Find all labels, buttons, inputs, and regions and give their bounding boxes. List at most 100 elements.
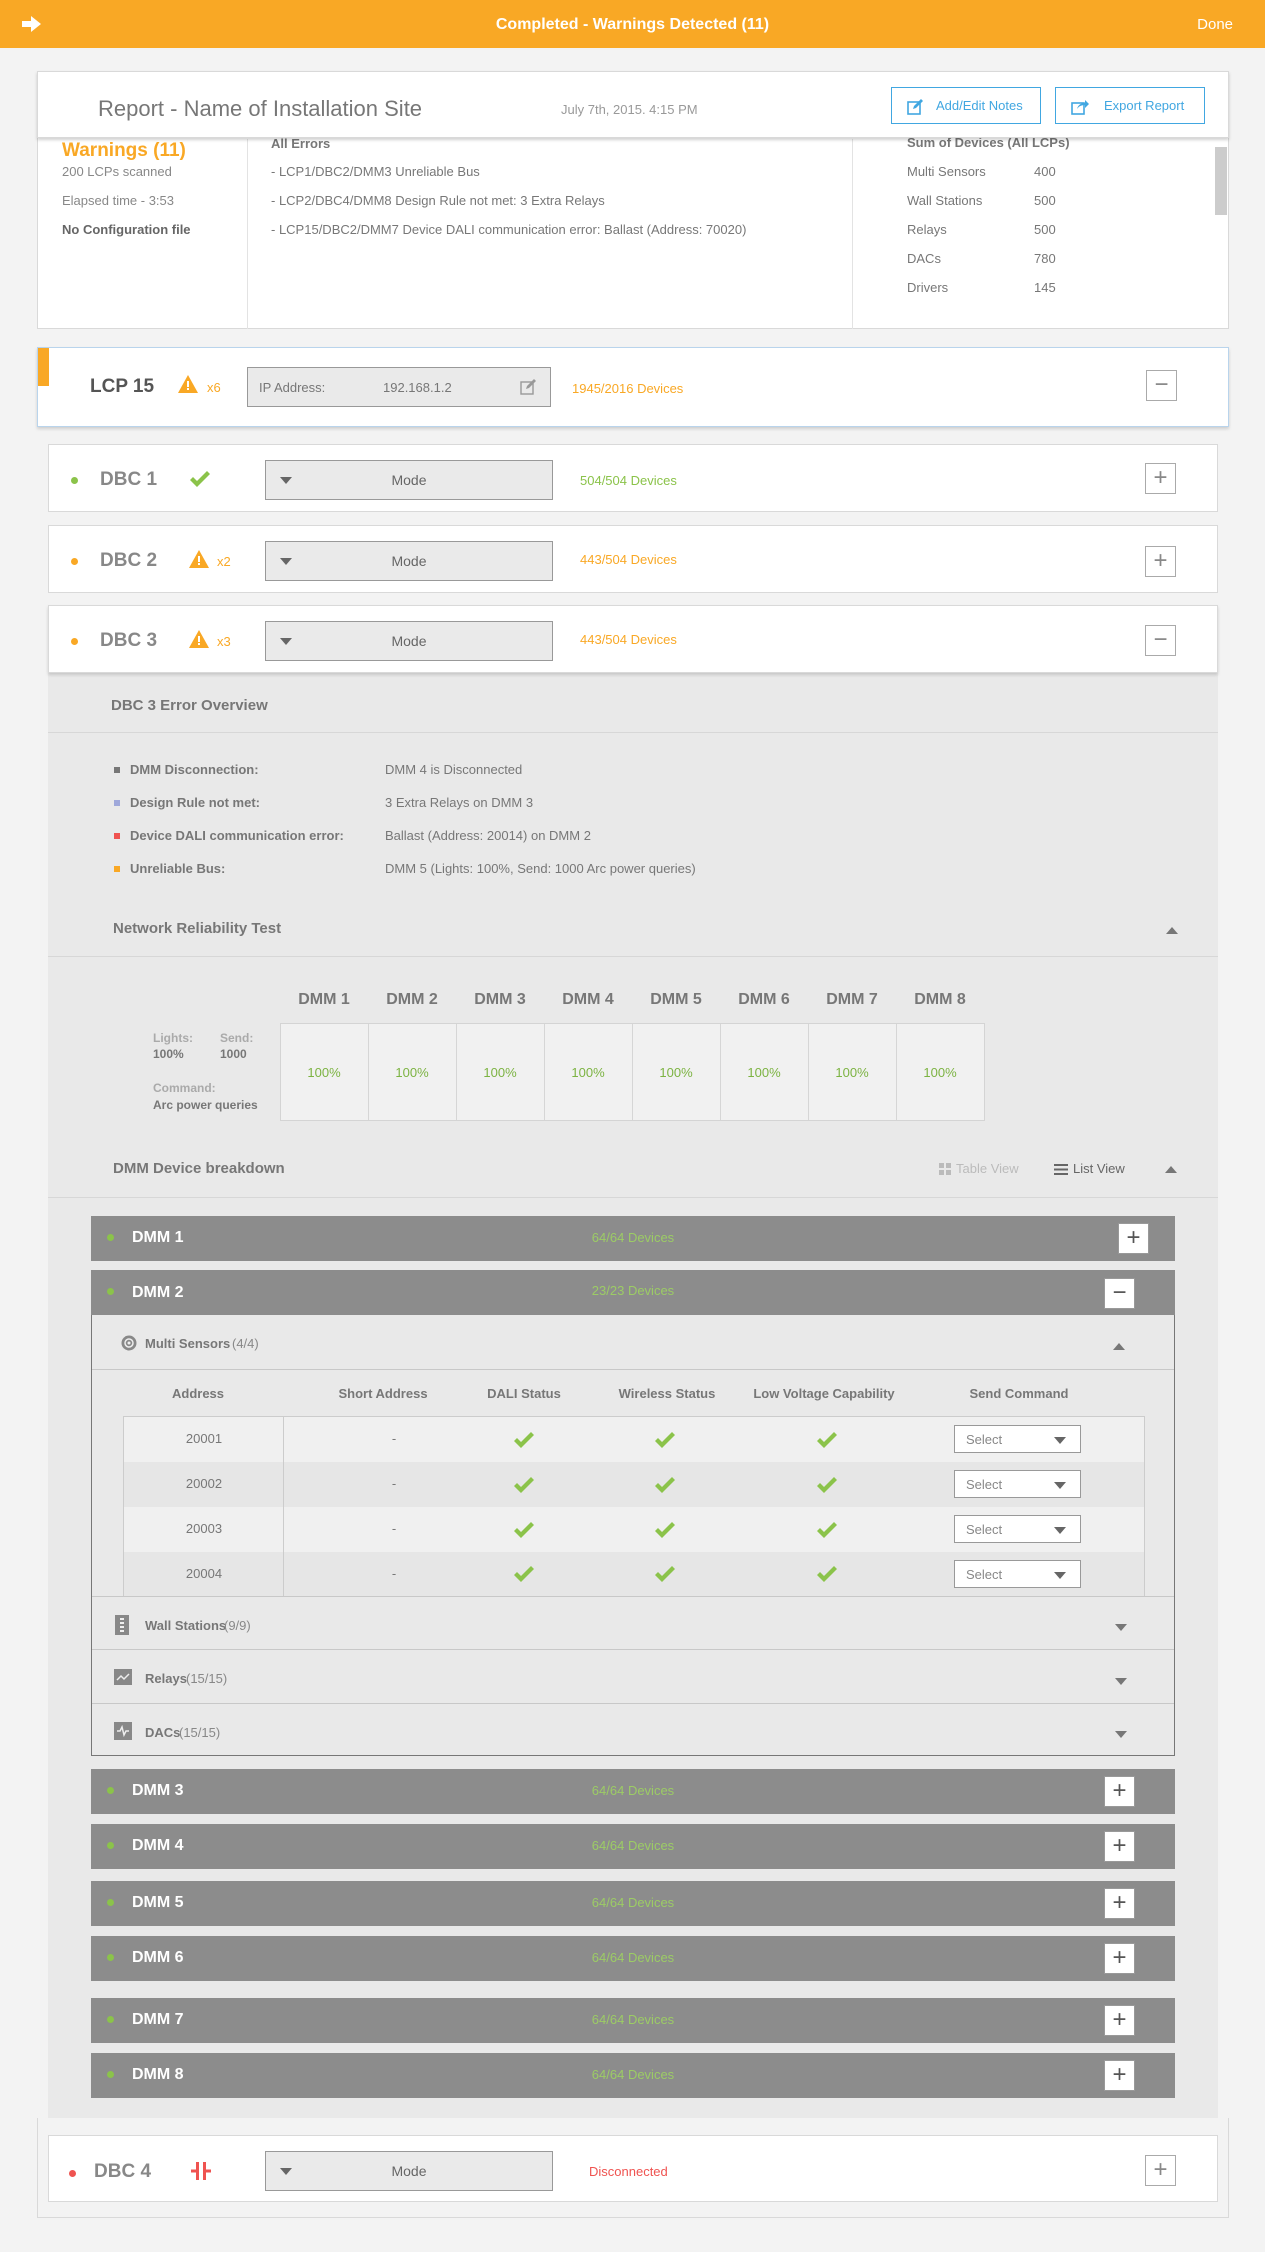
edit-icon[interactable] (520, 379, 536, 395)
warnings-count: Warnings (11) (62, 140, 186, 161)
warning-icon (189, 550, 209, 568)
done-button[interactable]: Done (1197, 0, 1233, 50)
chevron-up-icon[interactable] (1165, 1166, 1177, 1173)
dmm-devices: 64/64 Devices (591, 1783, 675, 1798)
error-item[interactable]: - LCP2/DBC4/DMM8 Design Rule not met: 3 … (271, 193, 605, 208)
sensor-icon (121, 1335, 137, 1351)
add-notes-button[interactable]: Add/Edit Notes (891, 87, 1041, 124)
send-command-select[interactable]: Select (954, 1470, 1081, 1498)
sum-label: DACs (907, 251, 941, 266)
relays-group[interactable]: Relays (15/15) (92, 1650, 1174, 1703)
table-view-toggle[interactable]: Table View (956, 1161, 1019, 1176)
table-row[interactable]: 20003 - Select (124, 1507, 1144, 1552)
chevron-down-icon[interactable] (1115, 1678, 1127, 1685)
divider (247, 139, 248, 329)
lcp-row[interactable]: LCP 15 x6 IP Address: 192.168.1.2 1945/2… (37, 347, 1229, 427)
dbc-warning-count: x3 (217, 634, 231, 649)
nrt-value: 100% (307, 1065, 341, 1080)
nrt-col-header: DMM 3 (474, 991, 526, 1008)
chevron-up-icon[interactable] (1166, 927, 1178, 934)
relay-icon (114, 1669, 132, 1685)
export-report-button[interactable]: Export Report (1055, 87, 1205, 124)
expand-button[interactable]: + (1104, 1943, 1135, 1974)
expand-button[interactable]: + (1145, 463, 1176, 494)
sum-value: 780 (1034, 251, 1056, 266)
dmm-row[interactable]: DMM 5 64/64 Devices + (91, 1881, 1175, 1926)
status-dot (71, 477, 78, 484)
list-icon (1054, 1164, 1068, 1175)
group-count: (15/15) (186, 1671, 228, 1686)
table-row[interactable]: 20002 - Select (124, 1462, 1144, 1507)
dbc-row[interactable]: DBC 2 x2 Mode 443/504 Devices + (48, 525, 1218, 593)
send-command-select[interactable]: Select (954, 1425, 1081, 1453)
wall-stations-group[interactable]: Wall Stations (9/9) (92, 1597, 1174, 1649)
nrt-title: Network Reliability Test (113, 920, 282, 937)
lcp-warning-count: x6 (207, 380, 221, 395)
sum-value: 400 (1034, 164, 1056, 179)
list-view-toggle[interactable]: List View (1073, 1161, 1125, 1176)
nrt-value: 100% (395, 1065, 429, 1080)
dmm-row[interactable]: DMM 3 64/64 Devices + (91, 1769, 1175, 1814)
overview-label: Unreliable Bus: (130, 861, 226, 876)
table-row[interactable]: 20001 - Select (124, 1417, 1144, 1462)
ip-field[interactable]: IP Address: 192.168.1.2 (247, 367, 551, 407)
check-icon (514, 1522, 534, 1538)
nrt-value: 100% (483, 1065, 517, 1080)
chevron-up-icon[interactable] (1113, 1343, 1125, 1350)
legend-swatch (114, 767, 120, 773)
collapse-button[interactable]: − (1104, 1278, 1135, 1309)
mode-select[interactable]: Mode (265, 460, 553, 500)
dmm-row[interactable]: DMM 6 64/64 Devices + (91, 1936, 1175, 1981)
dmm-row[interactable]: DMM 2 23/23 Devices − (91, 1270, 1175, 1315)
dmm-row[interactable]: DMM 1 64/64 Devices + (91, 1216, 1175, 1261)
column-header: Wireless Status (618, 1386, 716, 1401)
expand-button[interactable]: + (1104, 1888, 1135, 1919)
check-icon (514, 1477, 534, 1493)
error-item[interactable]: - LCP1/DBC2/DMM3 Unreliable Bus (271, 164, 480, 179)
expand-button[interactable]: + (1145, 2155, 1176, 2186)
expand-button[interactable]: + (1118, 1223, 1149, 1254)
group-count: (15/15) (179, 1725, 221, 1740)
mode-select[interactable]: Mode (265, 541, 553, 581)
column-header: Short Address (338, 1386, 428, 1401)
nrt-col-header: DMM 8 (914, 991, 966, 1008)
dbc-row[interactable]: DBC 3 x3 Mode 443/504 Devices − (48, 605, 1218, 673)
table-row[interactable]: 20004 - Select (124, 1552, 1144, 1596)
row-address: 20004 (185, 1566, 223, 1581)
collapse-button[interactable]: − (1146, 370, 1177, 401)
group-count: (4/4) (232, 1336, 259, 1351)
collapse-button[interactable]: − (1145, 625, 1176, 656)
check-icon (817, 1432, 837, 1448)
sum-label: Wall Stations (907, 193, 983, 208)
error-item[interactable]: - LCP15/DBC2/DMM7 Device DALI communicat… (271, 222, 746, 237)
sensor-group-header[interactable]: Multi Sensors (4/4) (92, 1315, 1174, 1370)
column-header: Address (171, 1386, 225, 1401)
scrollbar[interactable] (1215, 147, 1227, 215)
dbc-row[interactable]: DBC 4 Mode Disconnected + (48, 2135, 1218, 2202)
expand-button[interactable]: + (1104, 1776, 1135, 1807)
dmm-row[interactable]: DMM 4 64/64 Devices + (91, 1824, 1175, 1869)
dmm-row[interactable]: DMM 8 64/64 Devices + (91, 2053, 1175, 2098)
chevron-down-icon[interactable] (1115, 1731, 1127, 1738)
send-command-select[interactable]: Select (954, 1560, 1081, 1588)
sum-label: Multi Sensors (907, 164, 986, 179)
elapsed-time: Elapsed time - 3:53 (62, 193, 175, 208)
expand-button[interactable]: + (1104, 1831, 1135, 1862)
expand-button[interactable]: + (1104, 2060, 1135, 2091)
overview-label: DMM Disconnection: (130, 762, 259, 777)
mode-select[interactable]: Mode (265, 621, 553, 661)
chevron-down-icon[interactable] (1115, 1624, 1127, 1631)
mode-select[interactable]: Mode (265, 2151, 553, 2191)
row-short-address: - (391, 1431, 397, 1446)
nrt-value: 100% (571, 1065, 605, 1080)
check-icon (817, 1477, 837, 1493)
expand-button[interactable]: + (1104, 2005, 1135, 2036)
dacs-group[interactable]: DACs (15/15) (92, 1704, 1174, 1756)
dbc-row[interactable]: DBC 1 Mode 504/504 Devices + (48, 444, 1218, 512)
dmm-row[interactable]: DMM 7 64/64 Devices + (91, 1998, 1175, 2043)
overview-label: Design Rule not met: (130, 795, 261, 810)
send-command-select[interactable]: Select (954, 1515, 1081, 1543)
expand-button[interactable]: + (1145, 546, 1176, 577)
disconnected-icon (191, 2162, 211, 2180)
dmm-devices: 64/64 Devices (591, 1838, 675, 1853)
